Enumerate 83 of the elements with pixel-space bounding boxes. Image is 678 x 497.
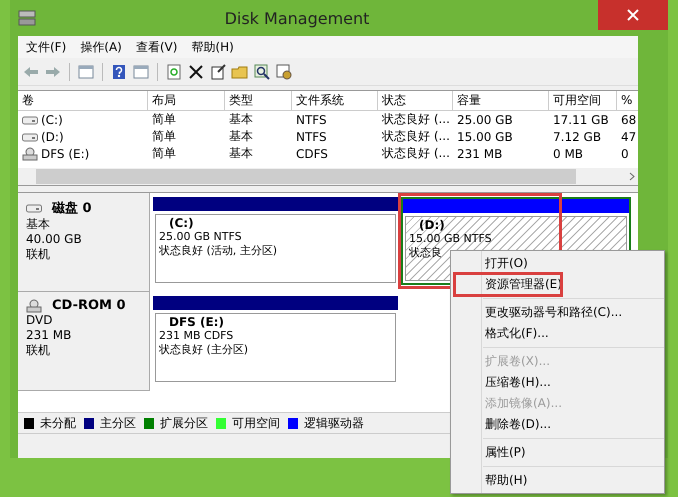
column-header[interactable]: 类型 bbox=[225, 91, 292, 110]
properties-icon[interactable] bbox=[209, 62, 227, 80]
table-cell-text: 68 bbox=[620, 112, 638, 126]
volume-name: (C:) bbox=[41, 112, 63, 126]
table-cell-text: 7.12 GB bbox=[552, 130, 602, 144]
close-icon bbox=[627, 9, 639, 21]
partition-info: 状态良 bbox=[409, 246, 443, 260]
column-header[interactable]: 布局 bbox=[148, 91, 225, 110]
table-cell-text: 基本 bbox=[228, 128, 254, 145]
table-cell-text: 简单 bbox=[151, 111, 177, 128]
legend-label: 逻辑驱动器 bbox=[304, 414, 364, 432]
table-cell-text: 基本 bbox=[228, 111, 254, 128]
table-cell-text: 47 bbox=[620, 130, 638, 144]
column-header[interactable]: 容量 bbox=[453, 91, 549, 110]
table-cell-text: 基本 bbox=[228, 145, 254, 162]
table-cell-text: 17.11 GB bbox=[552, 112, 610, 126]
table-cell-text: 25.00 GB bbox=[456, 112, 514, 126]
table-cell-text: NTFS bbox=[295, 112, 328, 126]
table-cell-text: 0 bbox=[620, 146, 630, 160]
context-menu-item[interactable]: 帮助(H) bbox=[451, 470, 664, 491]
legend-label: 可用空间 bbox=[232, 414, 280, 432]
partition-info: 15.00 GB NTFS bbox=[409, 232, 493, 246]
disk-info: 231 MB bbox=[26, 328, 72, 343]
partition-name: (C:) bbox=[168, 216, 195, 230]
context-menu-item[interactable]: 格式化(F)... bbox=[451, 323, 664, 344]
column-header[interactable]: 卷 bbox=[18, 91, 148, 110]
close-button[interactable] bbox=[598, 0, 668, 30]
drive-icon bbox=[22, 114, 38, 124]
table-cell-text: NTFS bbox=[295, 130, 328, 144]
table-cell-text: 0 MB bbox=[552, 146, 584, 160]
cd-drive-icon bbox=[26, 298, 42, 312]
window-title: Disk Management bbox=[224, 8, 370, 28]
disk-name: CD-ROM 0 bbox=[52, 298, 126, 313]
disk-info: 联机 bbox=[26, 247, 51, 262]
volume-name: DFS (E:) bbox=[41, 146, 90, 160]
disk-info: 基本 bbox=[26, 217, 51, 232]
disk-info: 40.00 GB bbox=[26, 232, 83, 247]
menu-item[interactable]: 文件(F) bbox=[26, 38, 66, 56]
column-header[interactable]: % bbox=[617, 91, 638, 110]
menu-item[interactable]: 帮助(H) bbox=[191, 38, 234, 56]
horizontal-scrollbar[interactable] bbox=[18, 168, 638, 185]
table-cell-text: 15.00 GB bbox=[456, 130, 514, 144]
cd-drive-icon bbox=[22, 146, 38, 160]
partition-name: DFS (E:) bbox=[168, 315, 225, 329]
context-menu-item[interactable]: 更改驱动器号和路径(C)... bbox=[451, 302, 664, 323]
menu-item[interactable]: 查看(V) bbox=[136, 38, 178, 56]
menu-item[interactable]: 操作(A) bbox=[80, 38, 122, 56]
partition-info: 25.00 GB NTFS bbox=[159, 230, 243, 244]
refresh-icon[interactable] bbox=[165, 62, 183, 80]
table-cell-text: 状态良好 (... bbox=[381, 128, 451, 145]
drive-icon bbox=[22, 132, 38, 142]
settings-icon[interactable] bbox=[275, 62, 293, 80]
table-cell-text: 状态良好 (... bbox=[381, 111, 451, 128]
panel-icon[interactable] bbox=[132, 62, 150, 80]
context-menu-item[interactable]: 属性(P) bbox=[451, 442, 664, 463]
table-cell-text: 简单 bbox=[151, 145, 177, 162]
scroll-right-icon[interactable] bbox=[629, 172, 635, 181]
context-menu-item[interactable]: 删除卷(D)... bbox=[451, 414, 664, 435]
table-cell-text: CDFS bbox=[295, 146, 329, 160]
delete-icon[interactable] bbox=[187, 62, 205, 80]
legend-label: 扩展分区 bbox=[160, 414, 208, 432]
legend-label: 主分区 bbox=[100, 414, 136, 432]
disk-info: 联机 bbox=[26, 343, 51, 358]
partition-info: 231 MB CDFS bbox=[159, 329, 234, 343]
magnifier-icon[interactable] bbox=[253, 62, 271, 80]
panel-icon[interactable] bbox=[77, 62, 95, 80]
drive-icon bbox=[26, 203, 42, 213]
partition-info: 状态良好 (活动, 主分区) bbox=[159, 244, 278, 258]
disk-management-icon bbox=[18, 10, 36, 26]
column-header[interactable]: 可用空间 bbox=[549, 91, 617, 110]
column-header[interactable]: 文件系统 bbox=[292, 91, 378, 110]
partition-info: 状态良好 (主分区) bbox=[159, 343, 250, 357]
volume-name: (D:) bbox=[41, 130, 64, 144]
disk-info: DVD bbox=[26, 313, 54, 328]
table-cell-text: 231 MB bbox=[456, 146, 504, 160]
table-cell-text: 状态良好 (... bbox=[381, 145, 451, 162]
legend-label: 未分配 bbox=[40, 414, 76, 432]
context-menu-item[interactable]: 压缩卷(H)... bbox=[451, 372, 664, 393]
table-cell-text: 简单 bbox=[151, 128, 177, 145]
column-header[interactable]: 状态 bbox=[378, 91, 453, 110]
help-icon[interactable] bbox=[110, 62, 128, 80]
partition-name: (D:) bbox=[418, 218, 446, 232]
disk-name: 磁盘 0 bbox=[52, 200, 92, 217]
